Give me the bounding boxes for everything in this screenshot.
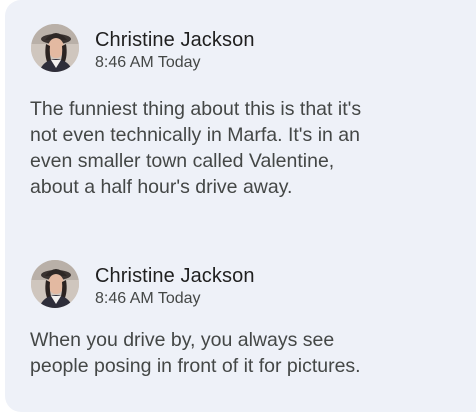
message-body: The funniest thing about this is that it…	[30, 96, 450, 200]
message-body-line: even smaller town called Valentine,	[30, 150, 335, 172]
message-body-line: not even technically in Marfa. It's in a…	[30, 124, 360, 146]
message-body: When you drive by, you always see people…	[30, 327, 450, 379]
user-avatar-icon	[31, 260, 79, 308]
author-name: Christine Jackson	[95, 265, 255, 287]
message-thread-view: Christine Jackson 8:46 AM Today The funn…	[0, 0, 476, 418]
user-avatar-icon	[31, 24, 79, 72]
message-body-line: The funniest thing about this is that it…	[30, 98, 362, 120]
thread-card: Christine Jackson 8:46 AM Today The funn…	[5, 0, 476, 412]
message-timestamp: 8:46 AM Today	[95, 54, 201, 71]
avatar[interactable]	[31, 260, 79, 308]
author-name: Christine Jackson	[95, 29, 255, 51]
avatar[interactable]	[31, 24, 79, 72]
message-body-line: about a half hour's drive away.	[30, 176, 293, 198]
message-timestamp: 8:46 AM Today	[95, 290, 201, 307]
message-body-line: people posing in front of it for picture…	[30, 355, 361, 377]
message-body-line: When you drive by, you always see	[30, 329, 335, 351]
